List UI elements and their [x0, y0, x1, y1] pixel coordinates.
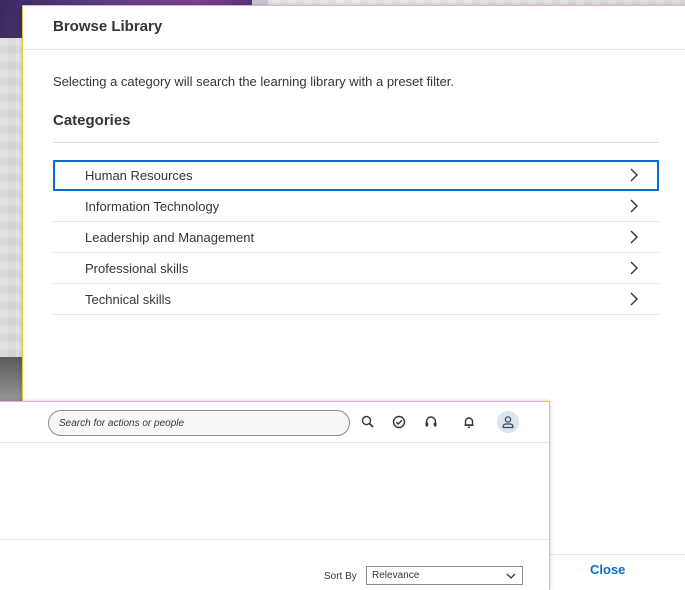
- chevron-down-icon: [506, 573, 516, 579]
- close-button[interactable]: Close: [590, 562, 625, 577]
- sort-bar: Sort By Relevance: [0, 542, 549, 590]
- search-box[interactable]: [48, 410, 350, 436]
- chevron-right-icon: [630, 230, 638, 244]
- category-item-human-resources[interactable]: Human Resources: [53, 160, 659, 191]
- categories-heading: Categories: [53, 112, 131, 129]
- category-item-professional-skills[interactable]: Professional skills: [53, 253, 659, 284]
- category-label: Technical skills: [85, 292, 171, 307]
- sort-by-select[interactable]: Relevance: [366, 566, 523, 585]
- category-label: Human Resources: [85, 168, 193, 183]
- chevron-right-icon: [630, 292, 638, 306]
- category-list: Human Resources Information Technology L…: [53, 160, 659, 315]
- category-item-leadership-and-management[interactable]: Leadership and Management: [53, 222, 659, 253]
- background-strip: [0, 357, 22, 403]
- chevron-right-icon: [630, 168, 638, 182]
- approvals-check-icon[interactable]: [390, 413, 408, 431]
- divider: [53, 142, 659, 143]
- notification-bell-icon[interactable]: [460, 413, 478, 431]
- category-label: Leadership and Management: [85, 230, 255, 245]
- search-input[interactable]: [59, 416, 339, 431]
- headset-support-icon[interactable]: [422, 413, 440, 431]
- chevron-right-icon: [630, 199, 638, 213]
- dialog-title: Browse Library: [53, 18, 163, 35]
- category-item-information-technology[interactable]: Information Technology: [53, 191, 659, 222]
- chevron-right-icon: [630, 261, 638, 275]
- category-item-technical-skills[interactable]: Technical skills: [53, 284, 659, 315]
- sort-select-value: Relevance: [372, 570, 420, 581]
- user-avatar-button[interactable]: [497, 411, 519, 433]
- dialog-description: Selecting a category will search the lea…: [53, 74, 455, 89]
- category-label: Professional skills: [85, 261, 189, 276]
- search-icon[interactable]: [359, 413, 377, 431]
- content-area: [0, 442, 549, 540]
- sort-by-label: Sort By: [324, 571, 357, 582]
- user-avatar-icon: [502, 416, 514, 429]
- category-label: Information Technology: [85, 199, 220, 214]
- dialog-header: Browse Library: [23, 6, 685, 50]
- shell-toolbar: [0, 402, 549, 442]
- shell-window: Sort By Relevance: [0, 401, 550, 590]
